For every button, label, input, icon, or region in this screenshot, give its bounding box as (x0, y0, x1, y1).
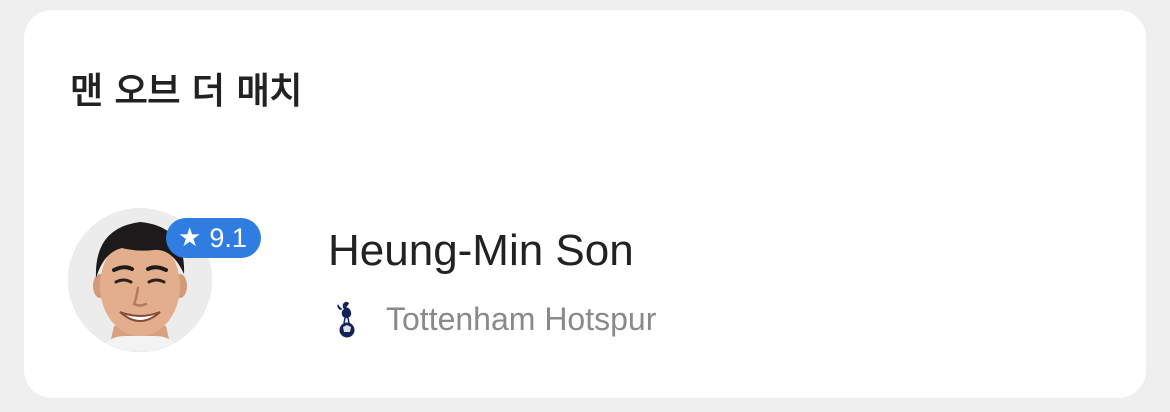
rating-value: 9.1 (209, 222, 247, 253)
man-of-the-match-card: 맨 오브 더 매치 ★ 9.1 Heung-Min Son Tottenham … (24, 10, 1146, 398)
card-title: 맨 오브 더 매치 (70, 71, 302, 112)
rating-badge: ★ 9.1 (166, 218, 261, 258)
team-name: Tottenham Hotspur (386, 300, 657, 337)
star-icon: ★ (178, 223, 202, 253)
player-row[interactable]: ★ 9.1 Heung-Min Son Tottenham Hotspur (68, 206, 1068, 356)
player-name: Heung-Min Son (328, 226, 634, 275)
tottenham-crest-icon (337, 301, 355, 338)
team-line: Tottenham Hotspur (334, 298, 656, 340)
